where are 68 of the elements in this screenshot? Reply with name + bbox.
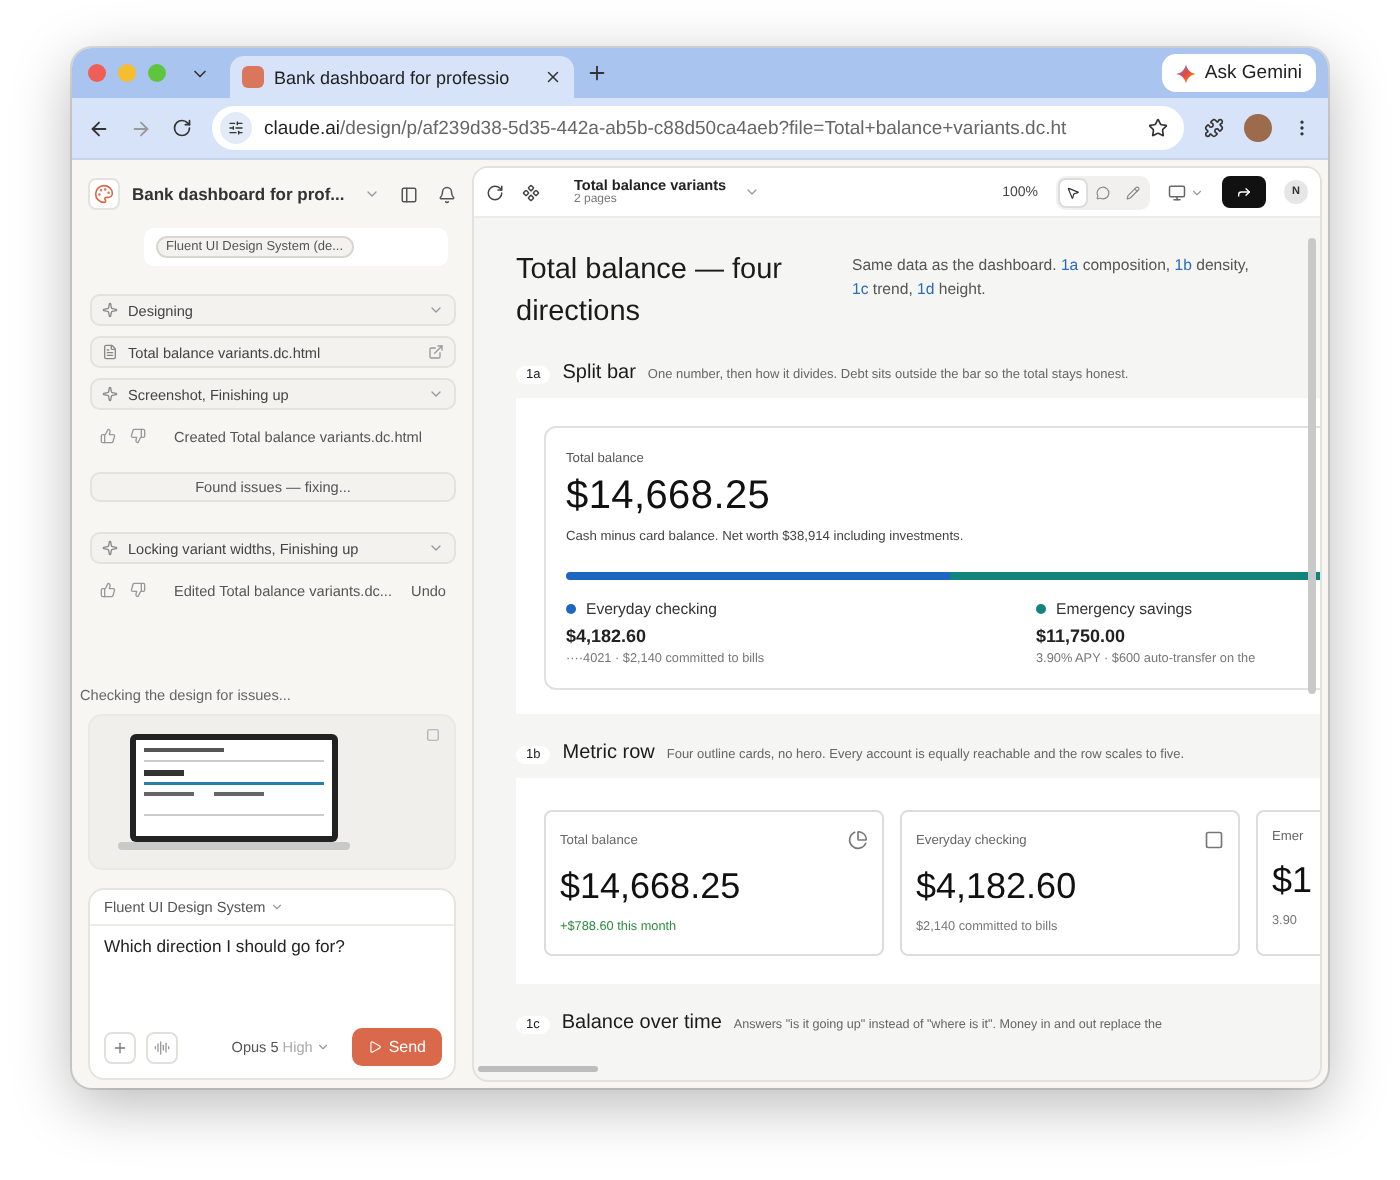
section-title: Split bar [562,362,636,385]
pointer-tool[interactable] [1060,179,1086,205]
close-icon[interactable] [544,68,562,86]
vertical-scrollbar[interactable] [1308,238,1316,694]
components-icon[interactable] [522,183,540,201]
site-icon [242,66,264,88]
thumbs-up-icon[interactable] [100,582,116,598]
project-logo [88,178,120,210]
project-title: Bank dashboard for prof... [132,184,347,204]
chevron-down-icon[interactable] [364,186,380,202]
chevron-down-icon [428,386,444,402]
sparkle-icon [102,540,118,556]
chevron-down-icon [316,1040,331,1054]
new-tab-icon[interactable] [586,62,608,84]
file-icon [102,344,118,360]
metric-value: $1 [1272,860,1315,903]
page-title: Total balance — four directions [516,252,784,333]
refresh-icon[interactable] [486,183,504,201]
comment-icon [1096,185,1110,199]
share-button[interactable] [1222,176,1266,208]
plus-icon [112,1039,128,1055]
message-input[interactable]: Which direction I should go for? [90,926,454,966]
metric-value: $4,182.60 [916,866,1079,909]
site-settings-icon[interactable] [228,120,244,136]
monitor-icon [1168,183,1186,201]
cursor-icon [1066,185,1080,199]
close-window-button[interactable] [88,64,106,82]
account-amount: $4,182.60 [566,626,649,647]
external-link-icon[interactable] [428,344,444,360]
sidebar-toggle-icon[interactable] [400,185,418,203]
sparkle-icon [102,302,118,318]
browser-tab[interactable]: Bank dashboard for professio [230,56,574,98]
play-icon [368,1040,383,1054]
bookmark-star-icon[interactable] [1148,118,1168,138]
forward-icon[interactable] [130,117,152,139]
thumbs-down-icon[interactable] [130,428,146,444]
section-title: Metric row [562,742,655,765]
chevron-down-icon [1190,185,1204,199]
reload-icon[interactable] [172,118,192,138]
pencil-icon [1126,185,1140,199]
back-icon[interactable] [88,117,110,139]
sparkle-icon [1176,63,1197,83]
notification-icon[interactable] [438,185,456,203]
chevron-down-icon [269,900,284,914]
sparkle-icon [102,386,118,402]
forward-arrow-icon [1236,184,1252,200]
chevron-down-icon[interactable] [744,184,761,200]
gemini-button[interactable]: Ask Gemini [1162,54,1316,92]
voice-button[interactable] [146,1031,178,1063]
section-title: Balance over time [561,1012,722,1035]
profile-avatar[interactable] [1244,114,1272,142]
horizontal-scrollbar[interactable] [478,1066,598,1072]
device-picker[interactable] [1168,183,1204,201]
thumbs-up-icon[interactable] [100,428,116,444]
account-amount: $11,750.00 [1036,626,1128,647]
waveform-icon [154,1039,170,1055]
card-icon [1204,830,1224,851]
metric-value: $14,668.25 [560,866,743,909]
pie-chart-icon [848,830,868,851]
chevron-down-icon [428,540,444,556]
balance-amount: $14,668.25 [566,474,773,521]
address-field[interactable]: claude.ai/design/p/af239d38-5d35-442a-ab5b-c88d50ca4aeb?file=Total+balance+variants.dc.ht [212,106,1184,150]
extensions-icon[interactable] [1204,118,1224,138]
url-text: claude.ai/design/p/af239d38-5d35-442a-ab5b-c88d50ca4aeb?file=Total+balance+variants.dc.ht [264,117,1067,139]
chevron-down-icon [428,302,444,318]
thumbs-down-icon[interactable] [130,582,146,598]
square-icon [426,728,440,742]
attach-button[interactable] [104,1031,136,1063]
